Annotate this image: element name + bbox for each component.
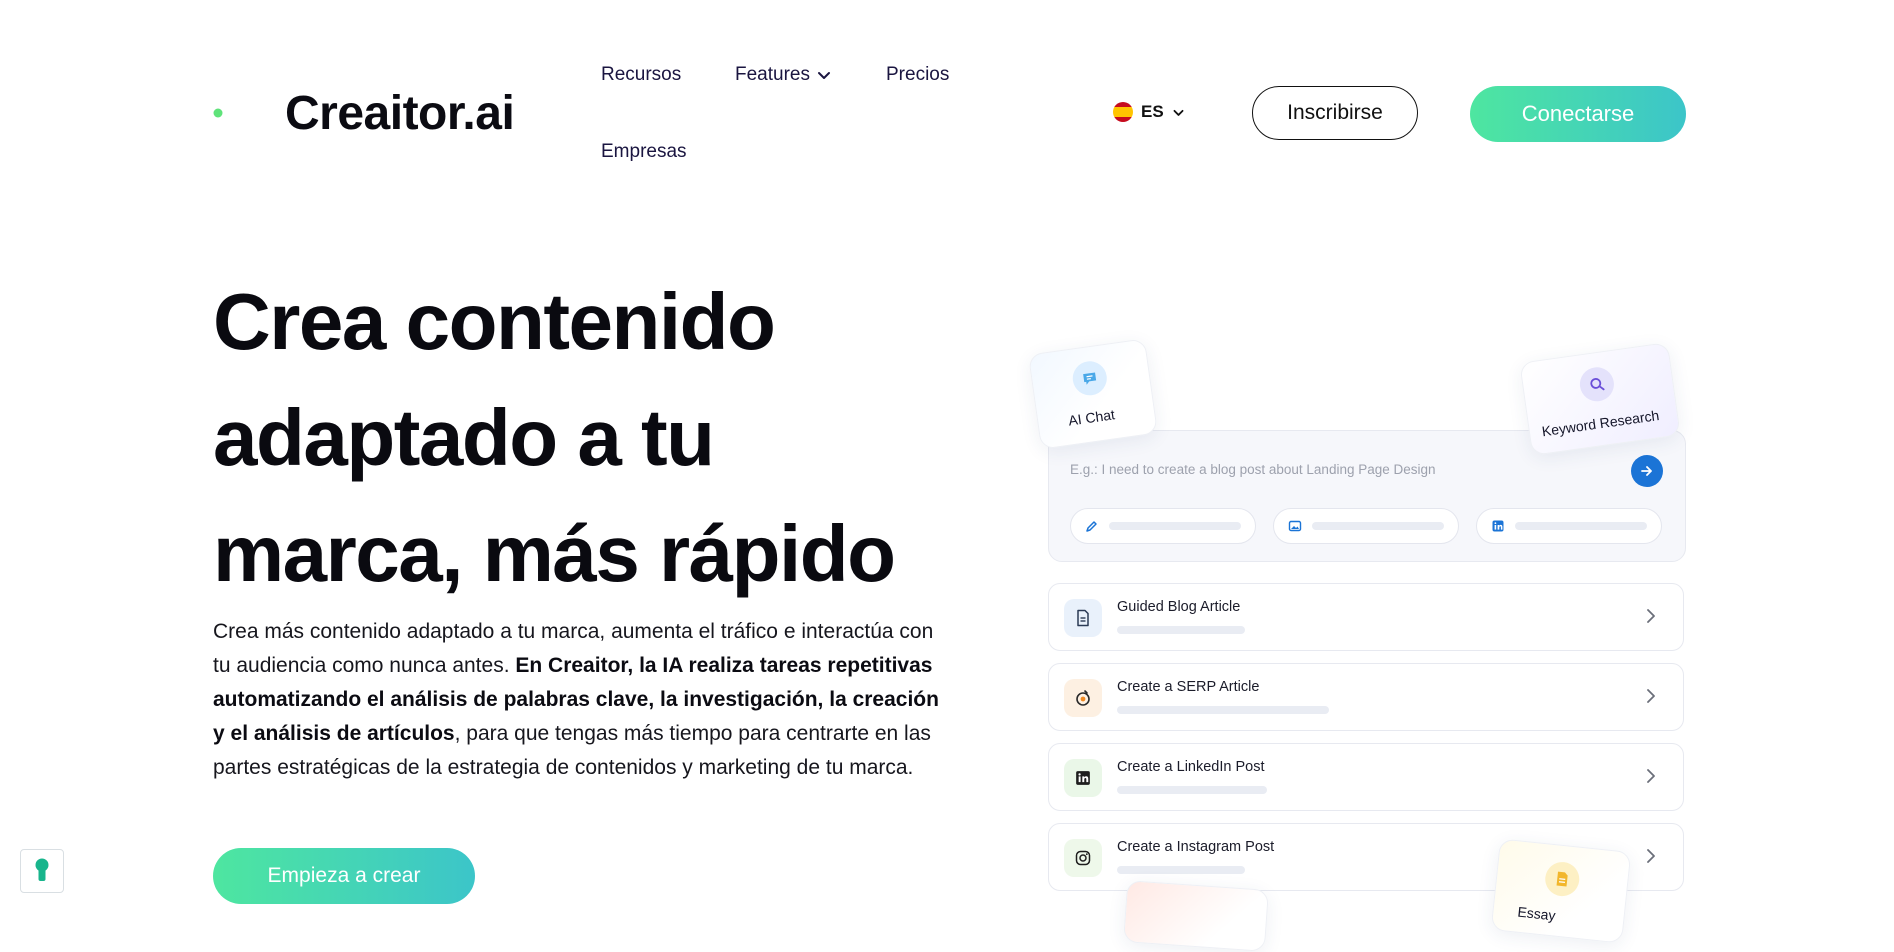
language-selector[interactable]: ES — [1113, 102, 1185, 122]
file-icon — [1543, 860, 1581, 898]
spain-flag-icon — [1113, 102, 1133, 122]
prompt-option-image[interactable] — [1273, 508, 1459, 544]
nav-link-features[interactable]: Features — [735, 64, 832, 86]
chat-bubble-icon — [1070, 359, 1109, 398]
chevron-right-icon — [1647, 849, 1655, 863]
login-button[interactable]: Conectarse — [1470, 86, 1686, 142]
instagram-icon — [1064, 839, 1102, 877]
prompt-input[interactable]: E.g.: I need to create a blog post about… — [1070, 462, 1436, 477]
start-creating-button[interactable]: Empieza a crear — [213, 848, 475, 904]
image-icon — [1288, 520, 1302, 532]
nav-link-empresas[interactable]: Empresas — [601, 141, 687, 163]
pencil-icon — [1086, 521, 1097, 532]
linkedin-icon — [1492, 520, 1504, 532]
placeholder-bar — [1117, 706, 1329, 714]
hero-title-line: marca, más rápido — [213, 509, 896, 598]
placeholder-bar — [1117, 626, 1245, 634]
card-guided-blog-article[interactable]: Guided Blog Article — [1048, 583, 1684, 651]
brand-logo[interactable]: Creaitor.ai — [213, 84, 515, 142]
placeholder-bar — [1117, 786, 1267, 794]
send-button[interactable] — [1631, 455, 1663, 487]
card-label: Create a LinkedIn Post — [1117, 759, 1265, 775]
chip-label: AI Chat — [1067, 406, 1116, 429]
language-code: ES — [1141, 102, 1164, 121]
hero-title-line: Crea contenido — [213, 277, 776, 366]
nav-label: Precios — [886, 64, 950, 85]
chevron-down-icon — [817, 72, 830, 79]
placeholder-bar — [1312, 522, 1444, 530]
chevron-right-icon — [1647, 609, 1655, 623]
nav-link-precios[interactable]: Precios — [886, 64, 949, 86]
nav-link-recursos[interactable]: Recursos — [601, 64, 681, 86]
placeholder-bar — [1515, 522, 1647, 530]
chevron-down-icon — [1173, 109, 1184, 116]
placeholder-bar — [1109, 522, 1241, 530]
linkedin-icon — [1064, 759, 1102, 797]
card-linkedin-post[interactable]: Create a LinkedIn Post — [1048, 743, 1684, 811]
hero-title-line: adaptado a tu — [213, 393, 715, 482]
document-icon — [1064, 599, 1102, 637]
nav-label: Empresas — [601, 141, 687, 162]
signup-button[interactable]: Inscribirse — [1252, 86, 1418, 140]
essay-chip: Essay — [1490, 838, 1632, 944]
creaitor-logo-icon — [213, 89, 266, 137]
card-label: Create a Instagram Post — [1117, 839, 1275, 855]
hero-title: Crea contenido adaptado a tu marca, más … — [213, 264, 973, 612]
brand-name: Creaitor.ai — [285, 86, 515, 140]
prompt-option-text[interactable] — [1070, 508, 1256, 544]
placeholder-bar — [1117, 866, 1245, 874]
nav-label: Recursos — [601, 64, 682, 85]
hero-description: Crea más contenido adaptado a tu marca, … — [213, 615, 953, 785]
card-serp-article[interactable]: Create a SERP Article — [1048, 663, 1684, 731]
arrow-right-icon — [1641, 466, 1652, 476]
card-label: Guided Blog Article — [1117, 599, 1241, 615]
search-icon — [1577, 365, 1617, 404]
target-icon — [1064, 679, 1102, 717]
chevron-right-icon — [1647, 689, 1655, 703]
chip-label: Keyword Research — [1540, 407, 1661, 440]
nav-label: Features — [735, 64, 810, 85]
decorative-chip — [1123, 880, 1269, 952]
chip-label: Essay — [1516, 903, 1557, 924]
ai-chat-chip: AI Chat — [1027, 338, 1159, 450]
card-label: Create a SERP Article — [1117, 679, 1260, 695]
accessibility-button[interactable] — [20, 849, 64, 893]
prompt-option-linkedin[interactable] — [1476, 508, 1662, 544]
keyhole-icon — [35, 858, 49, 881]
chevron-right-icon — [1647, 769, 1655, 783]
